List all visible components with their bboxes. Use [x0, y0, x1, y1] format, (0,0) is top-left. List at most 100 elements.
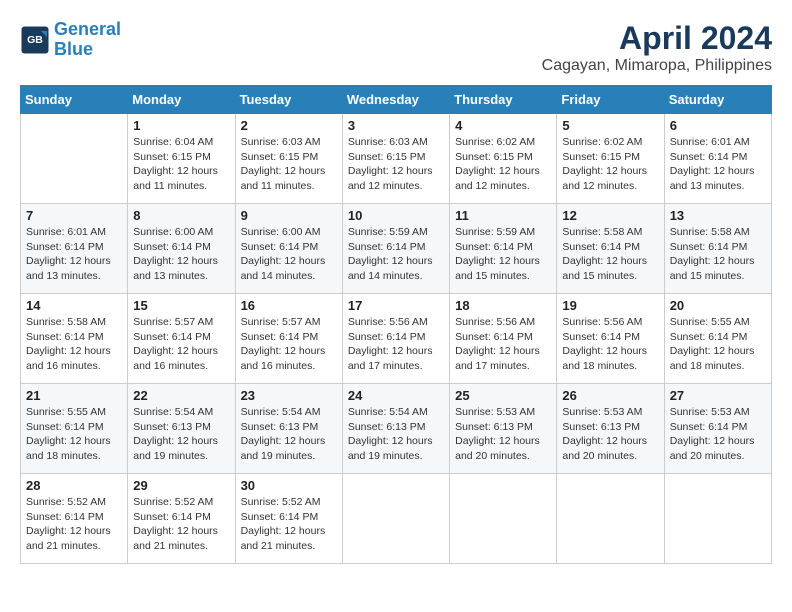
- day-number: 7: [26, 208, 122, 223]
- day-info: Sunrise: 6:02 AMSunset: 6:15 PMDaylight:…: [455, 135, 551, 194]
- day-number: 15: [133, 298, 229, 313]
- logo-name: GeneralBlue: [54, 20, 121, 60]
- day-number: 26: [562, 388, 658, 403]
- day-info: Sunrise: 5:58 AMSunset: 6:14 PMDaylight:…: [26, 315, 122, 374]
- day-info: Sunrise: 5:57 AMSunset: 6:14 PMDaylight:…: [133, 315, 229, 374]
- title-block: April 2024 Cagayan, Mimaropa, Philippine…: [542, 20, 772, 75]
- calendar-cell: 19Sunrise: 5:56 AMSunset: 6:14 PMDayligh…: [557, 294, 664, 384]
- calendar-cell: 20Sunrise: 5:55 AMSunset: 6:14 PMDayligh…: [664, 294, 771, 384]
- day-info: Sunrise: 5:59 AMSunset: 6:14 PMDaylight:…: [348, 225, 444, 284]
- calendar-cell: 28 Sunrise: 5:52 AMSunset: 6:14 PMDayligh…: [21, 474, 128, 564]
- calendar-cell: 15 Sunrise: 5:57 AMSunset: 6:14 PMDayligh…: [128, 294, 235, 384]
- calendar-cell: 8 Sunrise: 6:00 AMSunset: 6:14 PMDaylight…: [128, 204, 235, 294]
- day-number: 28: [26, 478, 122, 493]
- day-info: Sunrise: 5:59 AMSunset: 6:14 PMDaylight:…: [455, 225, 551, 284]
- day-number: 17: [348, 298, 444, 313]
- calendar-cell: [21, 114, 128, 204]
- day-number: 16: [241, 298, 337, 313]
- week-row-4: 21 Sunrise: 5:55 AMSunset: 6:14 PMDayligh…: [21, 384, 772, 474]
- calendar-cell: 23Sunrise: 5:54 AMSunset: 6:13 PMDayligh…: [235, 384, 342, 474]
- calendar-cell: 16Sunrise: 5:57 AMSunset: 6:14 PMDayligh…: [235, 294, 342, 384]
- day-number: 4: [455, 118, 551, 133]
- calendar-cell: 27 Sunrise: 5:53 AMSunset: 6:14 PMDayligh…: [664, 384, 771, 474]
- day-info: Sunrise: 6:03 AMSunset: 6:15 PMDaylight:…: [348, 135, 444, 194]
- calendar-cell: 25Sunrise: 5:53 AMSunset: 6:13 PMDayligh…: [450, 384, 557, 474]
- calendar-cell: 10 Sunrise: 5:59 AMSunset: 6:14 PMDayligh…: [342, 204, 449, 294]
- day-info: Sunrise: 5:54 AMSunset: 6:13 PMDaylight:…: [133, 405, 229, 464]
- calendar-cell: 17 Sunrise: 5:56 AMSunset: 6:14 PMDayligh…: [342, 294, 449, 384]
- page-title: April 2024: [542, 20, 772, 57]
- day-number: 24: [348, 388, 444, 403]
- day-number: 8: [133, 208, 229, 223]
- calendar-cell: 4 Sunrise: 6:02 AMSunset: 6:15 PMDaylight…: [450, 114, 557, 204]
- day-info: Sunrise: 5:52 AMSunset: 6:14 PMDaylight:…: [241, 495, 337, 554]
- day-number: 21: [26, 388, 122, 403]
- day-info: Sunrise: 6:00 AMSunset: 6:14 PMDaylight:…: [241, 225, 337, 284]
- header-day-tuesday: Tuesday: [235, 86, 342, 114]
- day-info: Sunrise: 5:52 AMSunset: 6:14 PMDaylight:…: [26, 495, 122, 554]
- day-number: 14: [26, 298, 122, 313]
- calendar-cell: 24 Sunrise: 5:54 AMSunset: 6:13 PMDayligh…: [342, 384, 449, 474]
- page-header: GB GeneralBlue April 2024 Cagayan, Mimar…: [20, 20, 772, 75]
- calendar-cell: 26 Sunrise: 5:53 AMSunset: 6:13 PMDayligh…: [557, 384, 664, 474]
- calendar-cell: 22 Sunrise: 5:54 AMSunset: 6:13 PMDayligh…: [128, 384, 235, 474]
- week-row-5: 28 Sunrise: 5:52 AMSunset: 6:14 PMDayligh…: [21, 474, 772, 564]
- calendar-cell: 1 Sunrise: 6:04 AMSunset: 6:15 PMDaylight…: [128, 114, 235, 204]
- day-info: Sunrise: 6:00 AMSunset: 6:14 PMDaylight:…: [133, 225, 229, 284]
- calendar-cell: [450, 474, 557, 564]
- calendar-cell: 18 Sunrise: 5:56 AMSunset: 6:14 PMDayligh…: [450, 294, 557, 384]
- calendar-cell: 14 Sunrise: 5:58 AMSunset: 6:14 PMDayligh…: [21, 294, 128, 384]
- calendar-cell: 6 Sunrise: 6:01 AMSunset: 6:14 PMDaylight…: [664, 114, 771, 204]
- day-info: Sunrise: 5:54 AMSunset: 6:13 PMDaylight:…: [348, 405, 444, 464]
- calendar-cell: [557, 474, 664, 564]
- calendar-cell: 9Sunrise: 6:00 AMSunset: 6:14 PMDaylight…: [235, 204, 342, 294]
- day-info: Sunrise: 5:53 AMSunset: 6:14 PMDaylight:…: [670, 405, 766, 464]
- calendar-cell: [664, 474, 771, 564]
- day-number: 18: [455, 298, 551, 313]
- day-number: 27: [670, 388, 766, 403]
- day-info: Sunrise: 5:58 AMSunset: 6:14 PMDaylight:…: [562, 225, 658, 284]
- week-row-2: 7Sunrise: 6:01 AMSunset: 6:14 PMDaylight…: [21, 204, 772, 294]
- calendar-cell: 11 Sunrise: 5:59 AMSunset: 6:14 PMDayligh…: [450, 204, 557, 294]
- day-info: Sunrise: 5:56 AMSunset: 6:14 PMDaylight:…: [455, 315, 551, 374]
- day-info: Sunrise: 6:03 AMSunset: 6:15 PMDaylight:…: [241, 135, 337, 194]
- day-info: Sunrise: 5:54 AMSunset: 6:13 PMDaylight:…: [241, 405, 337, 464]
- day-number: 12: [562, 208, 658, 223]
- day-info: Sunrise: 6:02 AMSunset: 6:15 PMDaylight:…: [562, 135, 658, 194]
- header-day-wednesday: Wednesday: [342, 86, 449, 114]
- day-info: Sunrise: 6:04 AMSunset: 6:15 PMDaylight:…: [133, 135, 229, 194]
- calendar-cell: 21 Sunrise: 5:55 AMSunset: 6:14 PMDayligh…: [21, 384, 128, 474]
- day-number: 29: [133, 478, 229, 493]
- day-info: Sunrise: 5:53 AMSunset: 6:13 PMDaylight:…: [562, 405, 658, 464]
- header-day-friday: Friday: [557, 86, 664, 114]
- logo: GB GeneralBlue: [20, 20, 121, 60]
- header-day-sunday: Sunday: [21, 86, 128, 114]
- day-info: Sunrise: 5:56 AMSunset: 6:14 PMDaylight:…: [348, 315, 444, 374]
- day-number: 10: [348, 208, 444, 223]
- calendar-cell: 2Sunrise: 6:03 AMSunset: 6:15 PMDaylight…: [235, 114, 342, 204]
- week-row-1: 1 Sunrise: 6:04 AMSunset: 6:15 PMDaylight…: [21, 114, 772, 204]
- calendar-cell: [342, 474, 449, 564]
- day-number: 11: [455, 208, 551, 223]
- week-row-3: 14 Sunrise: 5:58 AMSunset: 6:14 PMDayligh…: [21, 294, 772, 384]
- day-number: 3: [348, 118, 444, 133]
- page-subtitle: Cagayan, Mimaropa, Philippines: [542, 57, 772, 75]
- calendar-cell: 7Sunrise: 6:01 AMSunset: 6:14 PMDaylight…: [21, 204, 128, 294]
- day-number: 1: [133, 118, 229, 133]
- day-number: 30: [241, 478, 337, 493]
- calendar-cell: 13Sunrise: 5:58 AMSunset: 6:14 PMDayligh…: [664, 204, 771, 294]
- day-info: Sunrise: 5:58 AMSunset: 6:14 PMDaylight:…: [670, 225, 766, 284]
- day-info: Sunrise: 6:01 AMSunset: 6:14 PMDaylight:…: [670, 135, 766, 194]
- day-info: Sunrise: 5:52 AMSunset: 6:14 PMDaylight:…: [133, 495, 229, 554]
- calendar-cell: 5 Sunrise: 6:02 AMSunset: 6:15 PMDaylight…: [557, 114, 664, 204]
- day-info: Sunrise: 5:55 AMSunset: 6:14 PMDaylight:…: [670, 315, 766, 374]
- day-number: 6: [670, 118, 766, 133]
- day-number: 5: [562, 118, 658, 133]
- logo-icon: GB: [20, 25, 50, 55]
- day-number: 19: [562, 298, 658, 313]
- day-number: 22: [133, 388, 229, 403]
- calendar-cell: 30 Sunrise: 5:52 AMSunset: 6:14 PMDayligh…: [235, 474, 342, 564]
- day-info: Sunrise: 5:53 AMSunset: 6:13 PMDaylight:…: [455, 405, 551, 464]
- svg-text:GB: GB: [27, 34, 43, 46]
- day-info: Sunrise: 5:55 AMSunset: 6:14 PMDaylight:…: [26, 405, 122, 464]
